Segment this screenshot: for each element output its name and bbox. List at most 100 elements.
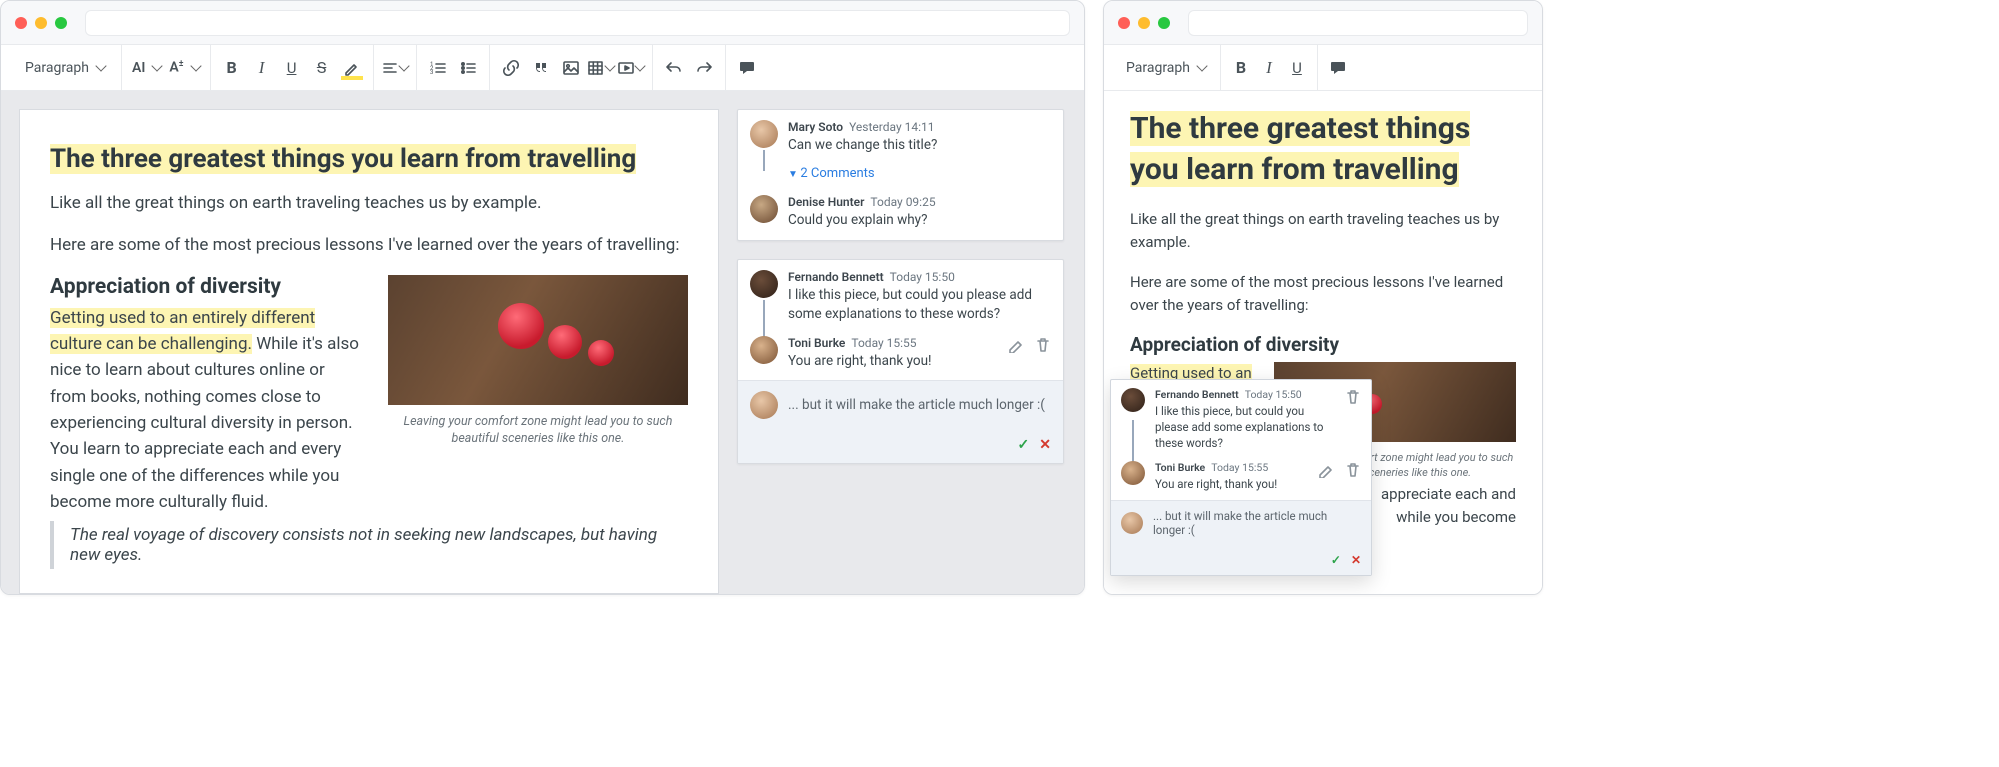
minimize-icon[interactable] [35, 17, 47, 29]
document-page[interactable]: The three greatest things you learn from… [1104, 91, 1542, 594]
maximize-icon[interactable] [55, 17, 67, 29]
trash-icon[interactable] [1344, 388, 1361, 405]
italic-button[interactable]: I [1255, 53, 1283, 83]
avatar [1121, 388, 1145, 412]
body-text: While it's also nice to learn about cult… [50, 334, 359, 512]
window-titlebar [1104, 1, 1542, 45]
reply-actions: ✓ ✕ [738, 429, 1063, 463]
undo-button[interactable] [659, 53, 689, 83]
reply-draft-text[interactable]: ... but it will make the article much lo… [1153, 509, 1361, 537]
link-button[interactable] [496, 53, 526, 83]
blockquote-button[interactable] [526, 53, 556, 83]
redo-button[interactable] [689, 53, 719, 83]
comment-text: Could you explain why? [788, 211, 936, 230]
window-titlebar [1, 1, 1084, 45]
address-bar[interactable] [85, 10, 1070, 36]
editor-toolbar: Paragraph B I U [1104, 45, 1542, 91]
cancel-reply-button[interactable]: ✕ [1351, 553, 1361, 567]
editor-toolbar: Paragraph AI A± B I U S [1, 45, 1084, 91]
page-title: The three greatest things you learn from… [50, 144, 636, 174]
reply-actions: ✓ ✕ [1111, 545, 1371, 575]
chevron-down-icon [1196, 60, 1207, 71]
font-size-select[interactable]: A± [165, 53, 203, 83]
bold-button[interactable]: B [1227, 53, 1255, 83]
underline-button[interactable]: U [277, 53, 307, 83]
edit-icon[interactable] [1007, 336, 1024, 353]
highlight-button[interactable] [337, 53, 367, 83]
comment-meta: Fernando BennettToday 15:50 [788, 270, 1051, 284]
font-family-select[interactable]: AI [128, 53, 165, 83]
comment-popup[interactable]: Fernando BennettToday 15:50 I like this … [1110, 379, 1372, 576]
avatar [750, 336, 778, 364]
comment-text: Can we change this title? [788, 136, 937, 155]
lead-paragraph: Like all the great things on earth trave… [50, 190, 688, 216]
comment-thread[interactable]: Mary SotoYesterday 14:11 Can we change t… [737, 109, 1064, 241]
chevron-down-icon [398, 60, 409, 71]
comment-text: You are right, thank you! [788, 352, 997, 371]
quote-icon [532, 59, 549, 76]
block-style-select[interactable]: Paragraph [15, 53, 115, 83]
media-button[interactable] [616, 53, 646, 83]
close-icon[interactable] [1118, 17, 1130, 29]
toggle-replies-link[interactable]: 2 Comments [788, 166, 875, 181]
submit-reply-button[interactable]: ✓ [1018, 437, 1030, 453]
comment-thread[interactable]: Fernando BennettToday 15:50 I like this … [737, 259, 1064, 465]
avatar [750, 391, 778, 419]
block-style-label: Paragraph [1126, 60, 1190, 76]
lead-paragraph: Like all the great things on earth trave… [1130, 208, 1516, 255]
numbered-list-button[interactable]: 123 [423, 53, 453, 83]
editor-canvas: The three greatest things you learn from… [1, 91, 1084, 594]
comment-button[interactable] [732, 53, 762, 83]
italic-button[interactable]: I [247, 53, 277, 83]
editor-window-desktop: Paragraph AI A± B I U S [0, 0, 1085, 595]
close-icon[interactable] [15, 17, 27, 29]
redo-icon [695, 59, 712, 76]
figure: Leaving your comfort zone might lead you… [388, 275, 688, 516]
comment-button[interactable] [1324, 53, 1352, 83]
underline-button[interactable]: U [1283, 53, 1311, 83]
minimize-icon[interactable] [1138, 17, 1150, 29]
editor-window-mobile: Paragraph B I U The three greatest thing… [1103, 0, 1543, 595]
comment-meta: Toni BurkeToday 15:55 [1155, 461, 1307, 474]
ordered-list-icon: 123 [429, 59, 446, 76]
font-family-label: AI [132, 60, 145, 76]
table-button[interactable] [586, 53, 616, 83]
comment-text: I like this piece, but could you please … [1155, 403, 1334, 451]
bullet-list-button[interactable] [453, 53, 483, 83]
trash-icon[interactable] [1344, 461, 1361, 478]
reply-input-row: ... but it will make the article much lo… [1111, 500, 1371, 545]
chevron-down-icon [190, 60, 201, 71]
block-style-label: Paragraph [25, 60, 89, 76]
avatar [750, 195, 778, 223]
chevron-down-icon [604, 60, 615, 71]
reply-input-row: ... but it will make the article much lo… [738, 380, 1063, 429]
body-paragraph: Getting used to an entirely different cu… [50, 305, 364, 516]
undo-icon [665, 59, 682, 76]
blockquote: The real voyage of discovery consists no… [50, 521, 688, 569]
submit-reply-button[interactable]: ✓ [1331, 553, 1341, 567]
image-caption: Leaving your comfort zone might lead you… [388, 413, 688, 448]
article-image[interactable] [388, 275, 688, 405]
reply-draft-text[interactable]: ... but it will make the article much lo… [788, 397, 1051, 413]
edit-icon[interactable] [1317, 461, 1334, 478]
comment-meta: Fernando BennettToday 15:50 [1155, 388, 1334, 401]
avatar [750, 120, 778, 148]
intro-paragraph: Here are some of the most precious lesso… [1130, 271, 1516, 318]
block-style-select[interactable]: Paragraph [1118, 53, 1214, 83]
table-icon [587, 59, 604, 76]
trash-icon[interactable] [1034, 336, 1051, 353]
address-bar[interactable] [1188, 10, 1528, 36]
page-title: The three greatest things you learn from… [1130, 111, 1470, 187]
comment-meta: Mary SotoYesterday 14:11 [788, 120, 937, 134]
comment-text: I like this piece, but could you please … [788, 286, 1051, 324]
link-icon [502, 59, 519, 76]
maximize-icon[interactable] [1158, 17, 1170, 29]
image-icon [562, 59, 579, 76]
align-button[interactable] [380, 53, 410, 83]
bold-button[interactable]: B [217, 53, 247, 83]
avatar [1121, 461, 1145, 485]
cancel-reply-button[interactable]: ✕ [1039, 437, 1051, 453]
strikethrough-button[interactable]: S [307, 53, 337, 83]
document-page[interactable]: The three greatest things you learn from… [19, 109, 719, 594]
image-button[interactable] [556, 53, 586, 83]
